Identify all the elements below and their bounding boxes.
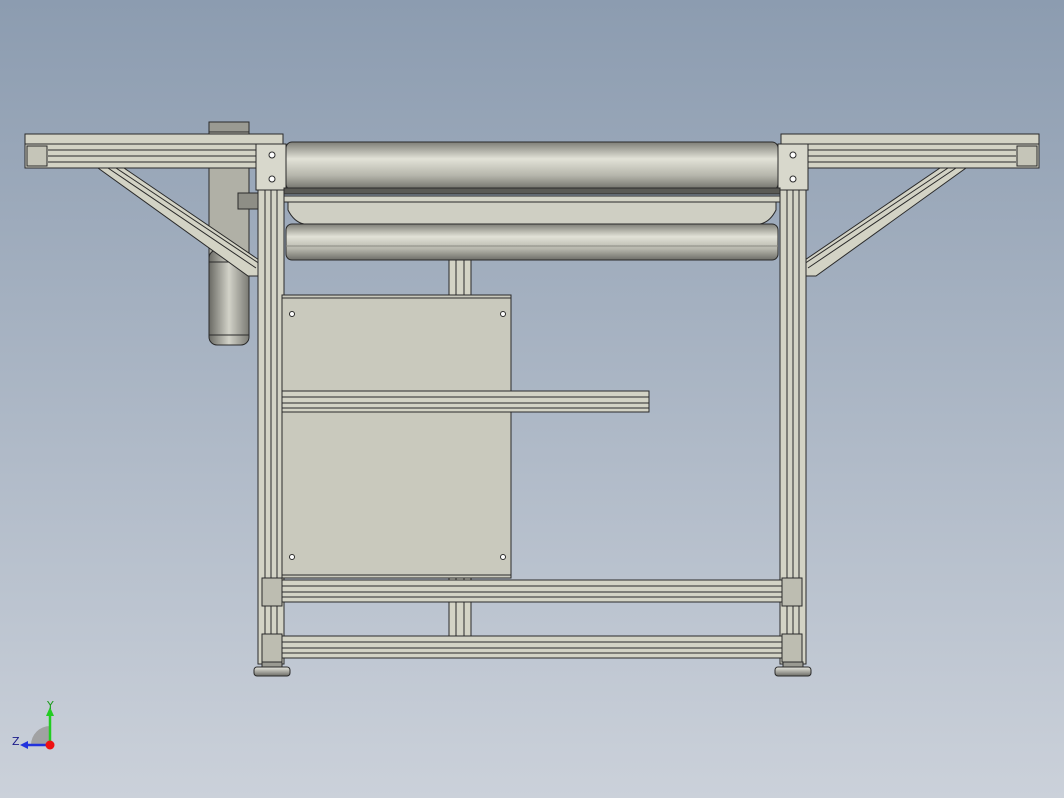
drive-roller[interactable] [283, 141, 781, 195]
triad-y-label: Y [47, 699, 54, 712]
middle-crossbar [281, 390, 650, 413]
cad-viewport[interactable] [0, 0, 1064, 798]
triad-z-label: Z [12, 735, 20, 748]
control-panel-plate[interactable] [281, 294, 512, 579]
lower-crossbar-1 [281, 579, 783, 603]
x-axis-dot [45, 740, 55, 750]
return-roller[interactable] [283, 195, 781, 261]
lower-crossbar-2 [281, 635, 783, 659]
